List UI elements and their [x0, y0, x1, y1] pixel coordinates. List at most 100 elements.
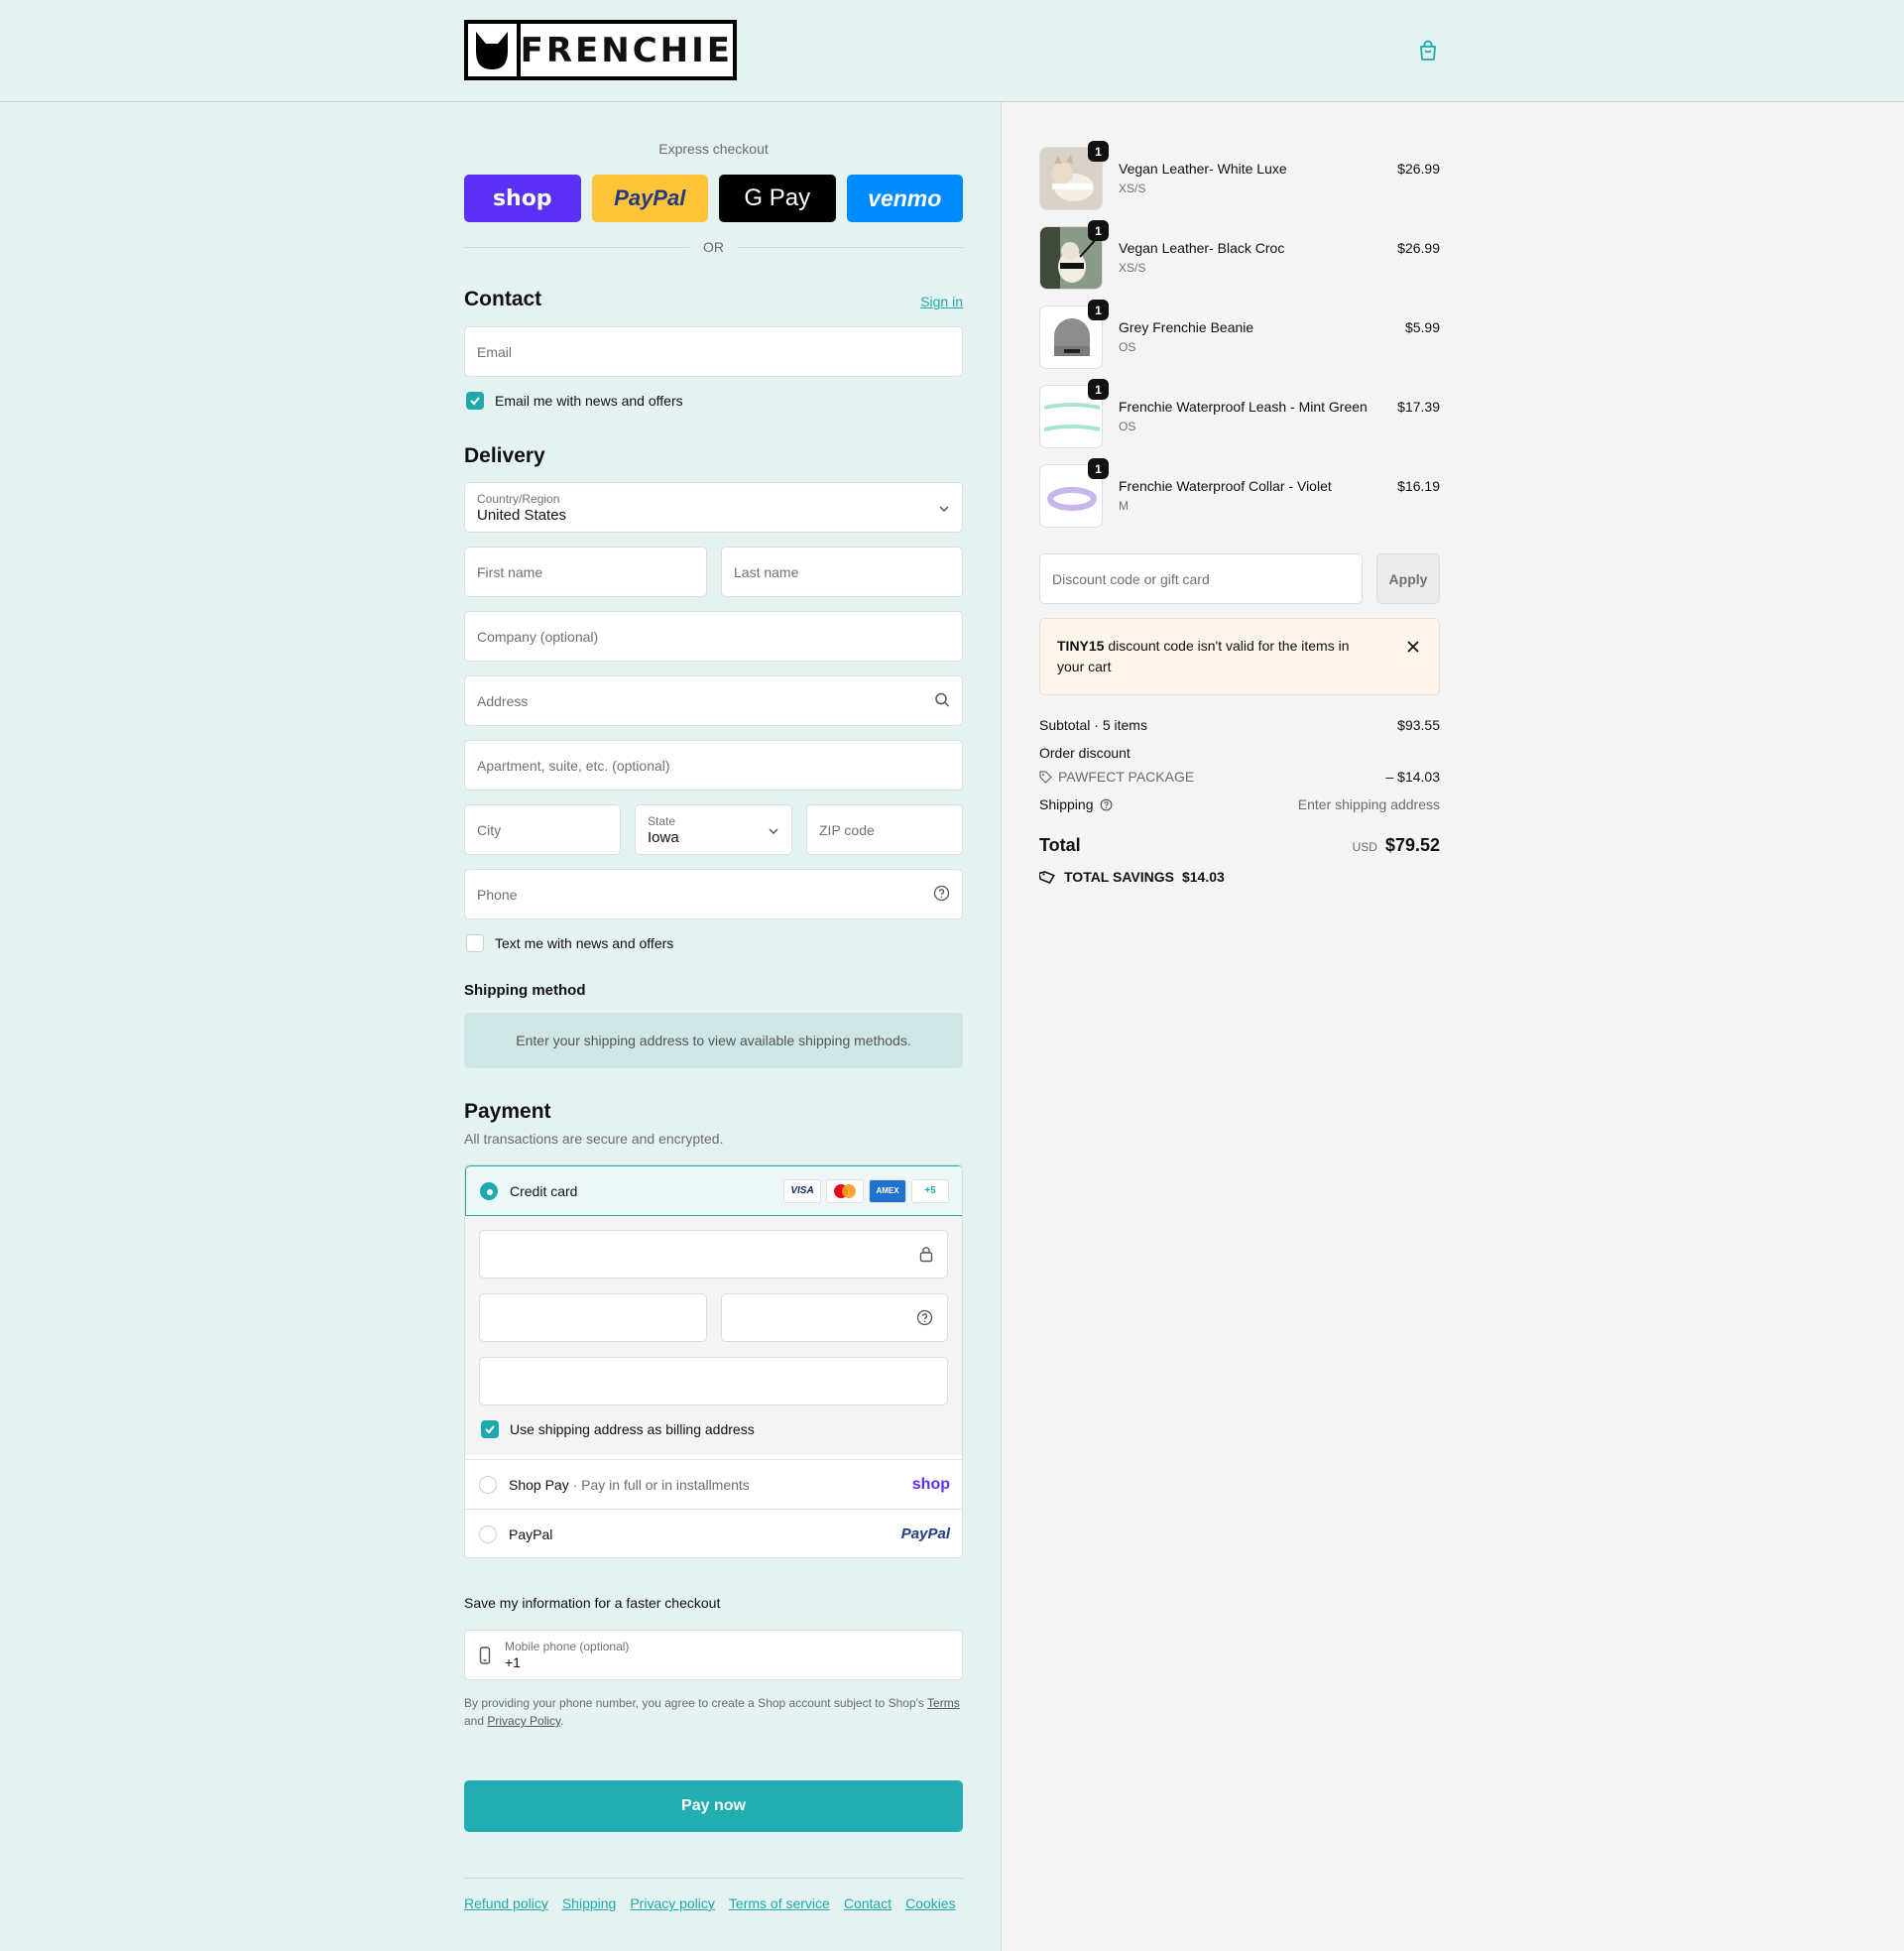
email-news-checkbox[interactable] [466, 392, 484, 410]
contact-link[interactable]: Contact [844, 1895, 892, 1911]
paypal-option[interactable]: PayPal PayPal [465, 1509, 962, 1557]
apartment-field[interactable]: Apartment, suite, etc. (optional) [464, 740, 963, 791]
chevron-down-icon [768, 822, 779, 838]
paypal-radio[interactable] [479, 1524, 497, 1543]
shop-pay-radio[interactable] [479, 1475, 497, 1494]
country-select[interactable]: Country/Region United States [464, 482, 963, 533]
terms-of-service-link[interactable]: Terms of service [729, 1895, 830, 1911]
zip-field[interactable]: ZIP code [806, 804, 963, 855]
apply-discount-button[interactable]: Apply [1376, 553, 1440, 604]
paypal-logo: PayPal [900, 1525, 950, 1542]
billing-address-checkbox-row[interactable]: Use shipping address as billing address [481, 1420, 755, 1438]
mobile-phone-field[interactable]: Mobile phone (optional) +1 [464, 1630, 963, 1680]
amex-badge: AMEX [869, 1178, 906, 1203]
credit-card-form: Use shipping address as billing address [465, 1216, 962, 1455]
quantity-badge: 1 [1088, 300, 1109, 320]
or-label: OR [703, 239, 724, 255]
name-on-card-field[interactable] [479, 1357, 948, 1405]
shop-pay-option[interactable]: Shop Pay · Pay in full or in installment… [465, 1459, 962, 1509]
close-icon[interactable] [1405, 639, 1421, 655]
item-variant: OS [1119, 340, 1136, 354]
discount-code-tag: PAWFECT PACKAGE [1039, 769, 1194, 785]
billing-address-checkbox[interactable] [481, 1420, 499, 1438]
express-checkout-buttons: shop PayPal G Pay venmo [464, 175, 963, 222]
shop-pay-express-button[interactable]: shop [464, 175, 581, 222]
payment-methods: Credit card VISA AMEX +5 Use shipping ad… [464, 1164, 963, 1558]
order-discount-row: Order discount [1039, 745, 1440, 761]
shipping-value: Enter shipping address [1297, 796, 1440, 812]
sign-in-link[interactable]: Sign in [920, 294, 963, 309]
currency-code: USD [1352, 840, 1377, 854]
express-checkout-label: Express checkout [658, 141, 769, 157]
total-savings-value: $14.03 [1181, 869, 1225, 885]
cookies-link[interactable]: Cookies [905, 1895, 956, 1911]
privacy-policy-link[interactable]: Privacy Policy [487, 1714, 560, 1728]
credit-card-option[interactable]: Credit card VISA AMEX +5 [465, 1165, 962, 1216]
google-pay-express-button[interactable]: G Pay [719, 175, 836, 222]
country-label: Country/Region [477, 491, 560, 506]
frenchie-logo[interactable]: FRENCHIE [464, 20, 737, 80]
last-name-field[interactable]: Last name [721, 547, 963, 597]
item-variant: M [1119, 499, 1129, 513]
mastercard-badge [826, 1178, 864, 1203]
shipping-row: Shipping Enter shipping address [1039, 796, 1440, 812]
header: FRENCHIE [0, 0, 1904, 102]
footer-links: Refund policy Shipping Privacy policy Te… [464, 1895, 956, 1911]
text-news-checkbox-row[interactable]: Text me with news and offers [466, 934, 673, 952]
city-field[interactable]: City [464, 804, 621, 855]
security-code-field[interactable] [721, 1293, 948, 1342]
zip-placeholder: ZIP code [819, 821, 875, 838]
first-name-field[interactable]: First name [464, 547, 707, 597]
phone-field[interactable]: Phone [464, 869, 963, 919]
tag-icon [1039, 870, 1055, 884]
lock-icon [919, 1246, 933, 1266]
refund-policy-link[interactable]: Refund policy [464, 1895, 548, 1911]
help-icon [1100, 798, 1112, 810]
address-field[interactable]: Address [464, 675, 963, 726]
cart-item: 1 Grey Frenchie Beanie OS $5.99 [1039, 300, 1440, 371]
discount-code-row: PAWFECT PACKAGE – $14.03 [1039, 769, 1440, 785]
paypal-express-button[interactable]: PayPal [591, 175, 708, 222]
expiration-date-field[interactable] [479, 1293, 707, 1342]
help-icon[interactable] [933, 885, 950, 905]
payment-heading: Payment [464, 1100, 551, 1123]
company-field[interactable]: Company (optional) [464, 611, 963, 662]
subtotal-row: Subtotal · 5 items $93.55 [1039, 717, 1440, 733]
order-discount-label: Order discount [1039, 745, 1130, 761]
mobile-phone-icon [479, 1646, 491, 1667]
cart-item: 1 Vegan Leather- Black Croc XS/S $26.99 [1039, 220, 1440, 292]
state-select[interactable]: State Iowa [635, 804, 792, 855]
item-price: $26.99 [1397, 240, 1440, 256]
contact-heading: Contact [464, 288, 542, 310]
item-price: $5.99 [1404, 319, 1440, 335]
item-name: Vegan Leather- White Luxe [1119, 161, 1287, 177]
text-news-label: Text me with news and offers [495, 935, 674, 951]
venmo-express-button[interactable]: venmo [846, 175, 963, 222]
email-field[interactable]: Email [464, 326, 963, 377]
shop-pay-logo: shop [911, 1475, 950, 1493]
chevron-down-icon [938, 500, 950, 516]
card-number-field[interactable] [479, 1230, 948, 1279]
item-price: $26.99 [1397, 161, 1440, 177]
shipping-method-note: Enter your shipping address to view avai… [464, 1013, 963, 1068]
shipping-link[interactable]: Shipping [562, 1895, 617, 1911]
phone-placeholder: Phone [477, 886, 518, 903]
discount-error-alert: TINY15 discount code isn't valid for the… [1039, 618, 1440, 695]
email-placeholder: Email [477, 343, 513, 360]
quantity-badge: 1 [1088, 220, 1109, 241]
cart-item: 1 Frenchie Waterproof Leash - Mint Green… [1039, 379, 1440, 450]
last-name-placeholder: Last name [734, 563, 799, 580]
terms-link[interactable]: Terms [927, 1696, 960, 1710]
quantity-badge: 1 [1088, 141, 1109, 162]
privacy-policy-footer-link[interactable]: Privacy policy [630, 1895, 715, 1911]
email-news-checkbox-row[interactable]: Email me with news and offers [466, 392, 683, 410]
item-variant: OS [1119, 420, 1136, 433]
text-news-checkbox[interactable] [466, 934, 484, 952]
discount-code-field[interactable]: Discount code or gift card [1039, 553, 1363, 604]
help-icon[interactable] [916, 1309, 933, 1329]
total-savings-label: TOTAL SAVINGS [1064, 869, 1174, 885]
pay-now-button[interactable]: Pay now [464, 1780, 963, 1832]
bulldog-logo-icon [468, 24, 521, 76]
credit-card-radio[interactable] [480, 1181, 498, 1200]
shopping-bag-icon[interactable] [1418, 40, 1438, 61]
